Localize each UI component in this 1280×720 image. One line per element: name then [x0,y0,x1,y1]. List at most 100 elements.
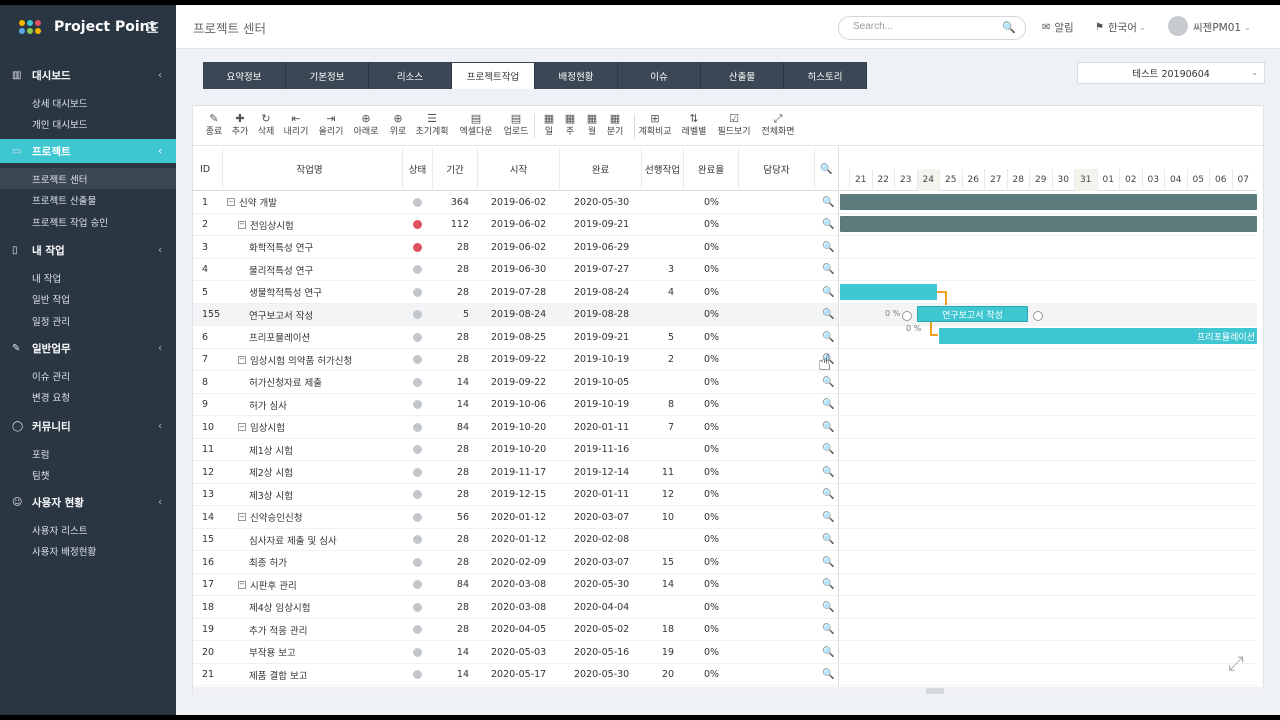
fullscreen-expand-icon[interactable]: ⤢ [1228,651,1244,675]
tab-7[interactable]: 히스토리 [784,62,867,89]
row-search-button[interactable]: 🔍 [822,484,834,506]
task-bar[interactable]: 프리포뮬레이션 [939,328,1257,344]
table-row[interactable]: 7 − 임상시험 의약품 허가신청 28 2019-09-22 2019-10-19 2 0%… [193,349,838,371]
sidebar-section-mywork[interactable]: ▯ 내 작업 ‹ [0,238,176,262]
sidebar-item[interactable]: 프로젝트 작업 승인 [0,211,176,232]
chevron-left-icon[interactable]: ‹ [158,421,162,432]
alerts-button[interactable]: ✉ 알림 [1042,20,1074,35]
row-search-button[interactable]: 🔍 [822,259,834,281]
table-row[interactable]: 21 제품 결함 보고 14 2020-05-17 2020-05-30 20 0% 🔍 [193,664,838,686]
sidebar-item[interactable]: 일정 관리 [0,310,176,331]
row-search-button[interactable]: 🔍 [822,506,834,528]
toolbar-button-13[interactable]: ▦ 분기 [598,112,632,139]
summary-bar[interactable] [840,194,1257,210]
table-row[interactable]: 15 심사자료 제출 및 심사 28 2020-01-12 2020-02-08 0% 🔍 [193,529,838,551]
sidebar-item[interactable]: 포럼 [0,443,176,464]
sidebar-section-project[interactable]: ▭ 프로젝트 ‹ [0,139,176,163]
chevron-left-icon[interactable]: ‹ [158,497,162,508]
table-row[interactable]: 12 제2상 시험 28 2019-11-17 2019-12-14 11 0% 🔍 [193,461,838,484]
row-search-button[interactable]: 🔍 [822,551,834,573]
table-row[interactable]: 14 − 신약승인신청 56 2020-01-12 2020-03-07 10 0% 🔍 [193,506,838,529]
tab-6[interactable]: 산출물 [701,62,784,89]
table-row[interactable]: 2 − 전임상시험 112 2019-06-02 2019-09-21 0% 🔍 [193,214,838,236]
tab-5[interactable]: 이슈 [618,62,701,89]
language-selector[interactable]: ⚑ 한국어 ⌄ [1095,20,1146,35]
table-row[interactable]: 19 추가 적응 관리 28 2020-04-05 2020-05-02 18 0% 🔍 [193,619,838,641]
sidebar-section-general[interactable]: ✎ 일반업무 ‹ [0,336,176,360]
table-row[interactable]: 18 제4상 임상시험 28 2020-03-08 2020-04-04 0% 🔍 [193,596,838,619]
table-row[interactable]: 10 − 임상시험 84 2019-10-20 2020-01-11 7 0% 🔍 [193,416,838,439]
chevron-left-icon[interactable]: ‹ [158,343,162,354]
toolbar-button-8[interactable]: ▤ 엑셀다운 [459,112,493,139]
toolbar-button-9[interactable]: ▤ 업로드 [499,112,533,139]
avatar[interactable] [1168,16,1188,36]
table-row[interactable]: 9 허가 심사 14 2019-10-06 2019-10-19 8 0% 🔍 [193,394,838,416]
sidebar-item[interactable]: 프로젝트 산출물 [0,190,176,211]
table-row[interactable]: 13 제3상 시험 28 2019-12-15 2020-01-11 12 0% 🔍 [193,484,838,506]
toolbar-button-6[interactable]: ⊕ 위로 [381,112,415,139]
horizontal-scrollbar[interactable] [193,687,1265,695]
user-menu[interactable]: 씨젠PM01 ⌄ [1193,20,1251,35]
table-row[interactable]: 20 부작용 보고 14 2020-05-03 2020-05-16 19 0% 🔍 [193,641,838,664]
row-search-button[interactable]: 🔍 [822,461,834,483]
toolbar-button-15[interactable]: ⇅ 레벨별 [677,112,711,139]
toolbar-button-4[interactable]: ⇥ 올리기 [314,112,348,139]
toolbar-button-14[interactable]: ⊞ 계획비교 [638,112,672,139]
brand-logo[interactable]: Project Point ☰ [0,5,176,49]
tab-2[interactable]: 리소스 [369,62,452,89]
tab-4[interactable]: 배정현황 [535,62,618,89]
toolbar-button-17[interactable]: ⤢ 전체화면 [761,112,795,139]
row-search-button[interactable]: 🔍 [822,191,834,213]
table-row[interactable]: 8 허가신청자료 제출 14 2019-09-22 2019-10-05 0% 🔍 [193,371,838,394]
toolbar-button-3[interactable]: ⇤ 내리기 [279,112,313,139]
search-input[interactable] [853,21,1003,32]
collapse-toggle-icon[interactable]: − [238,220,246,229]
toolbar-button-2[interactable]: ↻ 삭제 [249,112,283,139]
table-row[interactable]: 6 프리포뮬레이션 28 2019-08-25 2019-09-21 5 0% 🔍 [193,326,838,349]
row-search-button[interactable]: 🔍 [822,529,834,551]
row-search-button[interactable]: 🔍 [822,416,834,438]
bar-handle[interactable] [902,311,912,321]
tab-1[interactable]: 기본정보 [286,62,369,89]
summary-bar[interactable] [840,216,1257,232]
task-bar[interactable]: 연구보고서 작성 [917,306,1028,322]
tab-3[interactable]: 프로젝트작업 [452,62,535,89]
table-row[interactable]: 4 물리적특성 연구 28 2019-06-30 2019-07-27 3 0% 🔍 [193,259,838,281]
sidebar-item[interactable]: 변경 요청 [0,387,176,408]
search-icon[interactable]: 🔍 [1002,21,1016,34]
row-search-button[interactable]: 🔍 [822,664,834,686]
sidebar-item[interactable]: 개인 대시보드 [0,114,176,135]
chevron-left-icon[interactable]: ‹ [158,70,162,81]
sidebar-item[interactable]: 내 작업 [0,267,176,288]
project-select[interactable]: 테스트 20190604 ⌄ [1077,62,1265,84]
sidebar-item[interactable]: 팀챗 [0,465,176,486]
task-bar[interactable] [840,284,937,300]
row-search-button[interactable]: 🔍 [822,394,834,416]
row-search-button[interactable]: 🔍 [822,439,834,461]
chevron-left-icon[interactable]: ‹ [158,146,162,157]
row-search-button[interactable]: 🔍 [822,574,834,596]
chevron-left-icon[interactable]: ‹ [158,245,162,256]
table-row[interactable]: 5 생물학적특성 연구 28 2019-07-28 2019-08-24 4 0% 🔍 [193,281,838,304]
row-search-button[interactable]: 🔍 [822,281,834,303]
toolbar-button-16[interactable]: ☑ 필드보기 [717,112,751,139]
table-row[interactable]: 1 − 신약 개발 364 2019-06-02 2020-05-30 0% 🔍 [193,191,838,214]
row-search-button[interactable]: 🔍 [822,236,834,258]
row-search-button[interactable]: 🔍 [822,619,834,641]
sidebar-item[interactable]: 사용자 배정현황 [0,541,176,562]
table-row[interactable]: 155 연구보고서 작성 5 2019-08-24 2019-08-28 0% 🔍 [193,303,838,326]
collapse-toggle-icon[interactable]: − [238,513,246,521]
sidebar-section-community[interactable]: ◯ 커뮤니티 ‹ [0,414,176,438]
row-search-button[interactable]: 🔍 [822,214,834,236]
sidebar-item[interactable]: 일반 작업 [0,289,176,310]
tab-0[interactable]: 요약정보 [203,62,286,89]
toolbar-button-5[interactable]: ⊕ 아래로 [349,112,383,139]
sidebar-section-dashboard[interactable]: ▥ 대시보드 ‹ [0,63,176,87]
toolbar-button-7[interactable]: ☰ 초기계획 [415,112,449,139]
row-search-button[interactable]: 🔍 [822,326,834,348]
hamburger-icon[interactable]: ☰ [146,19,159,37]
collapse-toggle-icon[interactable]: − [227,198,235,206]
column-search-button[interactable]: 🔍 [815,147,838,191]
sidebar-item[interactable]: 사용자 리스트 [0,519,176,540]
scrollbar-thumb[interactable] [926,688,944,694]
